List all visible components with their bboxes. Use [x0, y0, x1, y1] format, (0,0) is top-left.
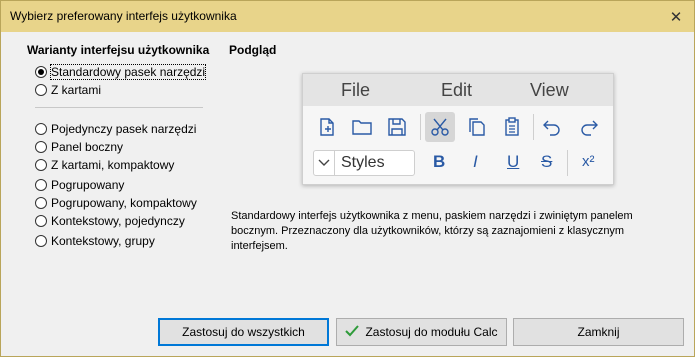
radio-button[interactable] — [35, 197, 47, 209]
close-label: Zamknij — [577, 325, 620, 339]
variant-label: Pojedynczy pasek narzędzi — [51, 122, 197, 136]
variant-description: Standardowy interfejs użytkownika z menu… — [231, 210, 633, 252]
redo-icon — [574, 112, 604, 142]
title-bar: Wybierz preferowany interfejs użytkownik… — [1, 1, 694, 32]
radio-button[interactable] — [35, 215, 47, 227]
variant-option-groupedbar-compact[interactable]: Pogrupowany, kompaktowy — [35, 194, 197, 212]
close-window-button[interactable]: ✕ — [658, 1, 694, 32]
toolbar-separator — [533, 114, 534, 140]
checkmark-icon — [345, 324, 360, 340]
variant-label: Kontekstowy, grupy — [51, 234, 155, 248]
preview-styles-combo: Styles — [313, 150, 415, 176]
save-icon — [382, 112, 412, 142]
radio-button[interactable] — [35, 179, 47, 191]
apply-to-all-label: Zastosuj do wszystkich — [182, 325, 305, 339]
chevron-down-icon — [314, 151, 335, 175]
variant-option-contextual-single[interactable]: Kontekstowy, pojedynczy — [35, 212, 185, 230]
variant-label: Kontekstowy, pojedynczy — [51, 214, 185, 228]
preview-menu-edit: Edit — [441, 80, 473, 100]
preview-menu-view: View — [530, 80, 569, 100]
superscript-icon: x² — [582, 153, 595, 170]
variant-option-sidebar[interactable]: Panel boczny — [35, 138, 123, 156]
apply-to-all-button[interactable]: Zastosuj do wszystkich — [158, 318, 329, 346]
radio-button[interactable] — [35, 235, 47, 247]
apply-to-calc-label: Zastosuj do modułu Calc — [365, 325, 498, 339]
variant-label: Z kartami, kompaktowy — [51, 158, 175, 172]
italic-icon: I — [473, 152, 478, 171]
variant-option-standard[interactable]: Standardowy pasek narzędzi — [35, 63, 207, 81]
radio-button[interactable] — [35, 123, 47, 135]
variant-label: Pogrupowany — [51, 178, 125, 192]
preview-menu-file: File — [341, 80, 371, 100]
variant-option-tabbed-compact[interactable]: Z kartami, kompaktowy — [35, 156, 174, 174]
preview-heading: Podgląd — [229, 43, 277, 57]
dialog-window: Wybierz preferowany interfejs użytkownik… — [0, 0, 695, 357]
separator — [35, 107, 203, 108]
variant-label: Standardowy pasek narzędzi — [49, 64, 207, 80]
bold-icon: B — [433, 152, 446, 171]
radio-button[interactable] — [35, 159, 47, 171]
copy-icon — [462, 112, 492, 142]
open-folder-icon — [347, 112, 377, 142]
close-icon: ✕ — [669, 8, 683, 26]
toolbar-separator — [567, 150, 568, 176]
variant-option-single-toolbar[interactable]: Pojedynczy pasek narzędzi — [35, 120, 196, 138]
preview-image: File Edit View Styles B I U S x² — [302, 73, 614, 185]
new-document-icon — [312, 112, 342, 142]
underline-icon: U — [507, 152, 520, 171]
close-button[interactable]: Zamknij — [513, 318, 684, 346]
radio-button[interactable] — [35, 66, 47, 78]
radio-button[interactable] — [35, 141, 47, 153]
cut-icon — [425, 112, 455, 142]
undo-icon — [537, 112, 567, 142]
variant-option-groupedbar[interactable]: Pogrupowany — [35, 176, 124, 194]
variant-label: Pogrupowany, kompaktowy — [51, 196, 197, 210]
paste-icon — [497, 112, 527, 142]
variant-label: Z kartami — [51, 83, 102, 97]
strikethrough-icon: S — [541, 152, 553, 171]
radio-button[interactable] — [35, 84, 47, 96]
preview-menubar: File Edit View — [303, 74, 613, 106]
variant-option-tabbed[interactable]: Z kartami — [35, 81, 101, 99]
toolbar-separator — [420, 114, 421, 140]
preview-styles-value: Styles — [341, 154, 385, 171]
variants-heading: Warianty interfejsu użytkownika — [27, 43, 210, 57]
variant-label: Panel boczny — [51, 140, 124, 154]
window-title: Wybierz preferowany interfejs użytkownik… — [10, 9, 237, 23]
apply-to-calc-button[interactable]: Zastosuj do modułu Calc — [336, 318, 507, 346]
variant-option-contextual-groups[interactable]: Kontekstowy, grupy — [35, 232, 155, 250]
